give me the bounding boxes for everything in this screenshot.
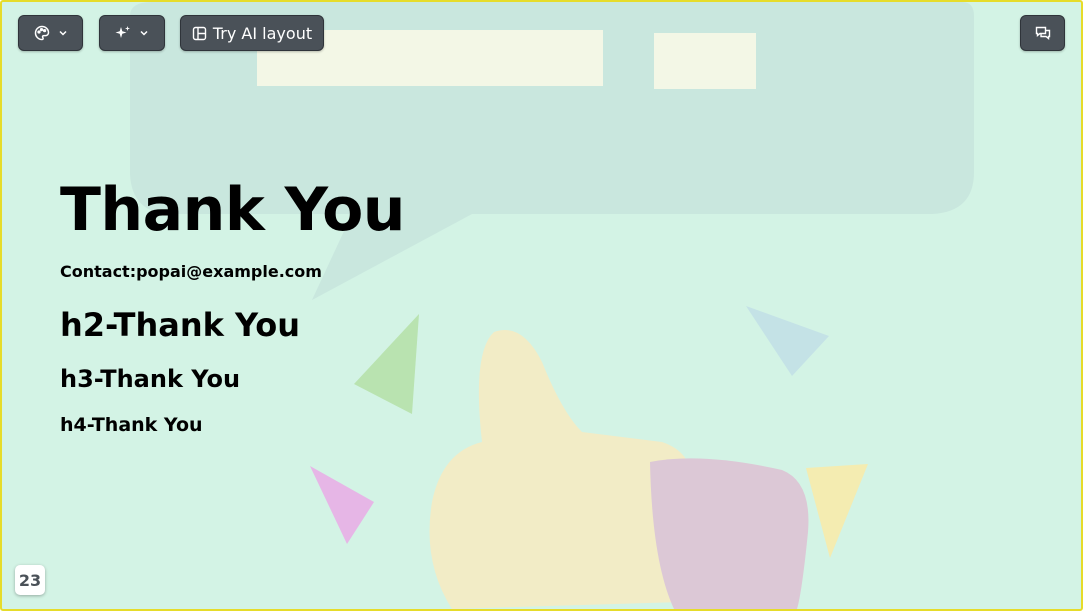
heading-3[interactable]: h3-Thank You: [60, 365, 240, 393]
palette-icon: [34, 25, 50, 41]
ai-magic-button[interactable]: [99, 15, 165, 51]
slide-title[interactable]: Thank You: [60, 175, 406, 245]
try-ai-layout-button[interactable]: Try AI layout: [180, 15, 324, 51]
slide[interactable]: Try AI layout Thank You Contact:popai@ex…: [0, 0, 1083, 611]
comments-icon: [1035, 25, 1051, 41]
sparkles-icon: [115, 25, 131, 41]
heading-4[interactable]: h4-Thank You: [60, 414, 203, 436]
heading-2[interactable]: h2-Thank You: [60, 306, 300, 344]
layout-icon: [192, 26, 207, 41]
comments-button[interactable]: [1020, 15, 1065, 51]
chevron-down-icon: [139, 28, 149, 38]
try-ai-layout-label: Try AI layout: [212, 23, 313, 43]
contact-text[interactable]: Contact:popai@example.com: [60, 262, 322, 281]
chevron-down-icon: [58, 28, 68, 38]
page-number-badge: 23: [15, 565, 45, 595]
theme-button[interactable]: [18, 15, 83, 51]
